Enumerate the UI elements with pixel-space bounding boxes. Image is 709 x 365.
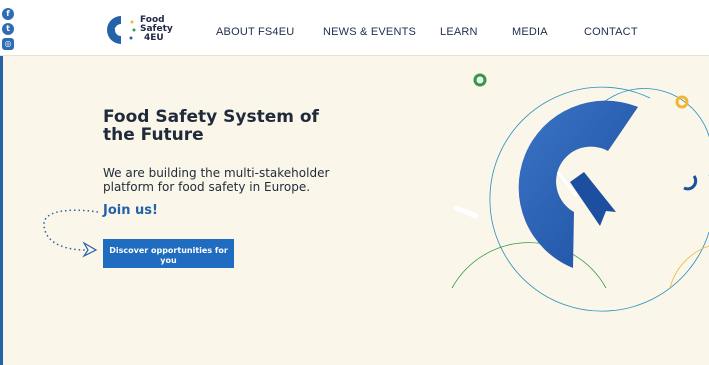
twitter-icon[interactable]: t: [2, 23, 14, 35]
hero-subtitle: We are building the multi-stakeholder pl…: [103, 166, 330, 194]
instagram-icon[interactable]: ◎: [2, 38, 14, 50]
hero-illustration: [451, 73, 709, 312]
social-links: f t ◎: [0, 8, 16, 50]
hero-title: Food Safety System of the Future: [103, 107, 319, 145]
discover-opportunities-button[interactable]: Discover opportunities for you: [103, 239, 234, 268]
nav-item-about[interactable]: ABOUT FS4EU: [216, 26, 294, 38]
join-us-label: Join us!: [103, 203, 158, 218]
nav-item-news-events[interactable]: NEWS & EVENTS: [323, 26, 416, 38]
nav-item-contact[interactable]: CONTACT: [584, 26, 638, 38]
main-nav: ABOUT FS4EU NEWS & EVENTS LEARN MEDIA CO…: [0, 0, 709, 56]
facebook-icon[interactable]: f: [2, 8, 14, 20]
dotted-arrow-icon: [43, 209, 99, 258]
nav-item-learn[interactable]: LEARN: [440, 26, 478, 38]
nav-item-media[interactable]: MEDIA: [512, 26, 548, 38]
site-header: Food Safety 4EU ABOUT FS4EU NEWS & EVENT…: [0, 0, 709, 56]
